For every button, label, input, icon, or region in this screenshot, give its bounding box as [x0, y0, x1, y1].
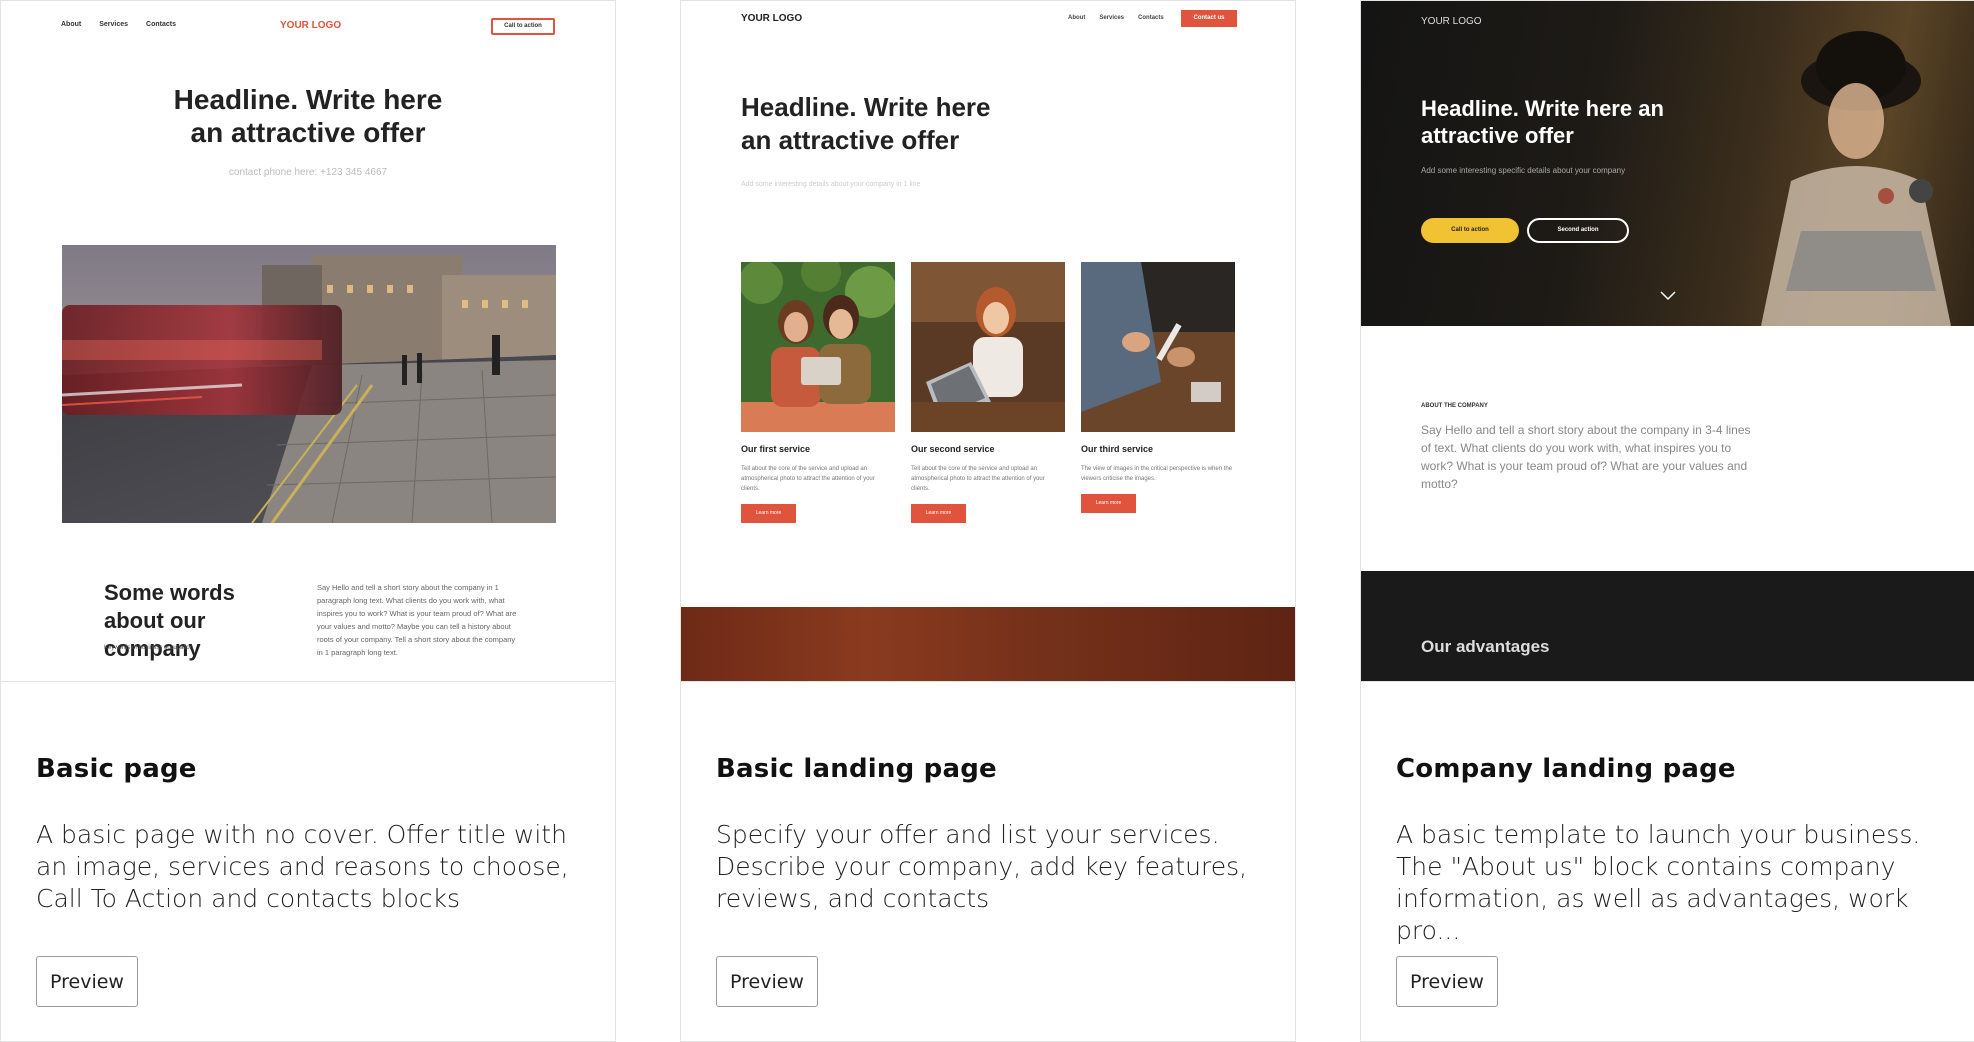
card-title: Basic landing page	[716, 754, 997, 784]
thumb-nav-item: Contacts	[146, 21, 176, 28]
thumb-nav-item: About	[61, 21, 82, 28]
service-description: Tell about the core of the service and u…	[741, 466, 875, 492]
thumb-advantages-section	[1361, 571, 1974, 681]
thumb-primary-button: Call to action	[1421, 218, 1519, 243]
thumb-nav: About Services Contacts	[1068, 15, 1164, 21]
learn-more-button: Learn more	[911, 504, 966, 523]
thumb-headline: Headline. Write here an attractive offer	[1421, 95, 1711, 149]
thumb-headline-text: Headline. Write here an attractive offer	[741, 92, 991, 155]
thumb-nav-item: About	[1068, 15, 1086, 21]
template-card-basic-landing-page[interactable]: YOUR LOGO About Services Contacts Contac…	[680, 0, 1296, 1042]
thumb-secondary-button: Second action	[1527, 218, 1629, 243]
chevron-down-icon	[1660, 291, 1676, 301]
thumb-about-text: Say Hello and tell a short story about t…	[1421, 423, 1751, 491]
thumb-headline: Headline. Write here an attractive offer	[741, 91, 1021, 157]
card-description: A basic template to launch your business…	[1396, 820, 1921, 945]
thumb-subtitle: Add some interesting specific details ab…	[1421, 166, 1626, 175]
thumb-logo: YOUR LOGO	[741, 13, 803, 24]
thumb-cta-button: Call to action	[491, 18, 555, 35]
street-photo	[62, 245, 556, 523]
service-photo-friends	[741, 262, 895, 432]
template-thumbnail[interactable]: YOUR LOGO Headline. Write here an attrac…	[1361, 1, 1974, 682]
thumb-headline: Headline. Write here an attractive offer	[1, 83, 615, 149]
service-photo-laptop	[911, 262, 1065, 432]
preview-button[interactable]: Preview	[36, 956, 138, 1007]
thumb-logo: YOUR LOGO	[1421, 16, 1482, 27]
thumb-about-label: ABOUT THE COMPANY	[1421, 403, 1488, 409]
card-description: A basic page with no cover. Offer title …	[36, 820, 569, 913]
template-thumbnail[interactable]: About Services Contacts YOUR LOGO Call t…	[1, 1, 615, 682]
learn-more-button: Learn more	[741, 504, 796, 523]
card-title: Company landing page	[1396, 754, 1736, 784]
thumb-contact-button: Contact us	[1181, 10, 1237, 27]
card-title: Basic page	[36, 754, 197, 784]
service-title: Our third service	[1081, 444, 1154, 454]
thumb-hero: YOUR LOGO Headline. Write here an attrac…	[1361, 1, 1974, 326]
thumb-advantages-title: Our advantages	[1421, 637, 1550, 656]
preview-button[interactable]: Preview	[1396, 956, 1498, 1007]
thumb-headline-text: Headline. Write here an attractive offer	[1421, 96, 1664, 148]
service-photo-meeting	[1081, 262, 1235, 432]
service-title: Our second service	[911, 444, 995, 454]
thumb-subtitle: Add some interesting details about your …	[741, 181, 921, 188]
thumb-nav: About Services Contacts	[61, 21, 176, 28]
thumb-phone: contact phone here: +123 345 4667	[228, 167, 388, 178]
thumb-nav-item: Contacts	[1138, 15, 1164, 21]
service-description: Tell about the core of the service and u…	[911, 466, 1045, 492]
thumb-nav-item: Services	[99, 21, 129, 28]
thumb-nav-item: Services	[1099, 15, 1125, 21]
learn-more-button: Learn more	[1081, 494, 1136, 513]
template-thumbnail[interactable]: YOUR LOGO About Services Contacts Contac…	[681, 1, 1295, 682]
template-card-basic-page[interactable]: About Services Contacts YOUR LOGO Call t…	[0, 0, 616, 1042]
card-description: Specify your offer and list your service…	[716, 820, 1248, 913]
thumb-logo: YOUR LOGO	[280, 20, 342, 31]
service-description: The view of images in the critical persp…	[1081, 466, 1233, 482]
thumb-paragraph: Say Hello and tell a short story about t…	[317, 583, 517, 657]
service-title: Our first service	[741, 444, 811, 454]
template-card-company-landing-page[interactable]: YOUR LOGO Headline. Write here an attrac…	[1360, 0, 1974, 1042]
thumb-keywords: Keywords of business occupation	[104, 645, 194, 651]
thumb-bottom-banner	[681, 607, 1295, 681]
preview-button[interactable]: Preview	[716, 956, 818, 1007]
thumb-headline-text: Headline. Write here an attractive offer	[173, 84, 443, 148]
